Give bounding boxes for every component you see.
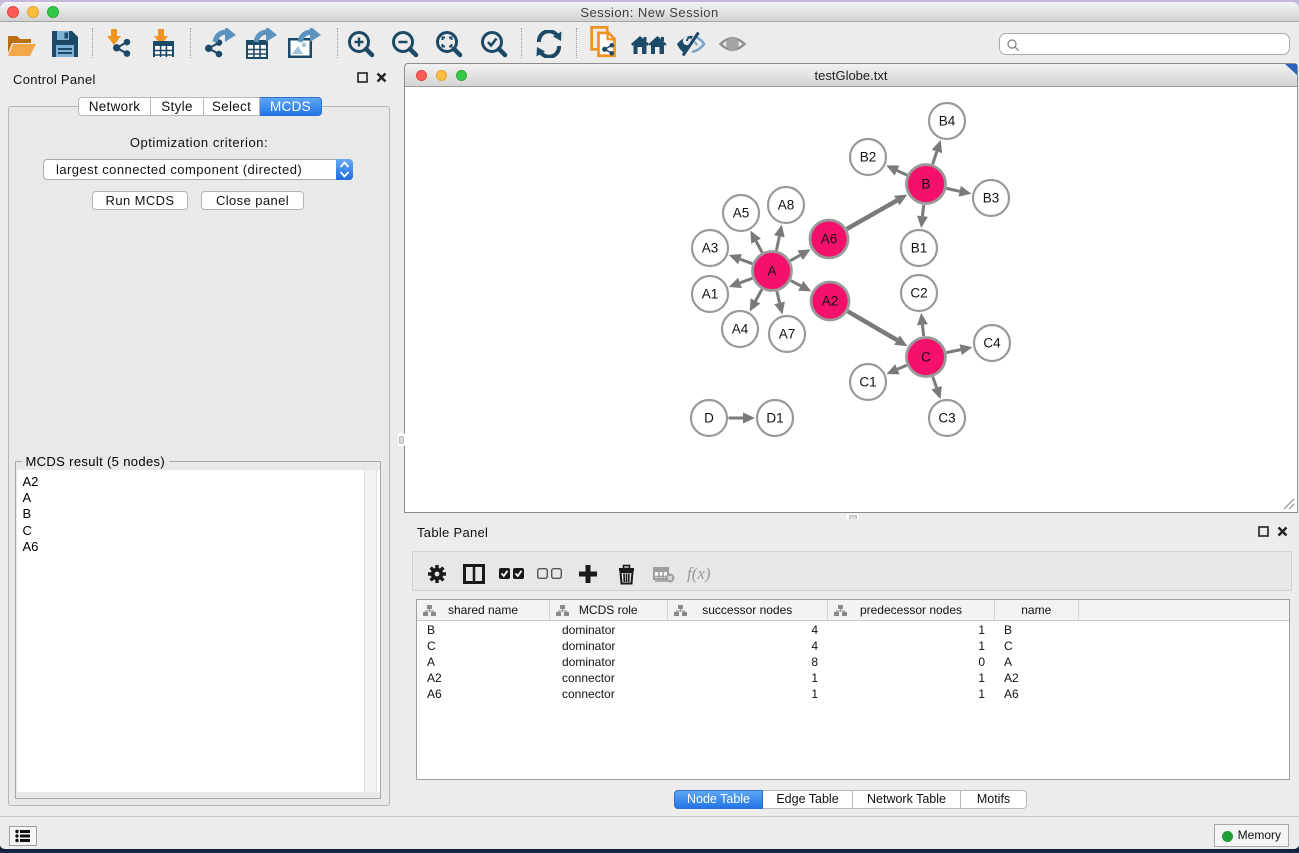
- svg-text:A7: A7: [779, 327, 796, 342]
- svg-text:B1: B1: [911, 241, 928, 256]
- svg-text:A3: A3: [702, 241, 719, 256]
- svg-text:f(x): f(x): [687, 564, 711, 583]
- svg-text:A8: A8: [778, 198, 795, 213]
- svg-text:A: A: [767, 264, 776, 279]
- svg-text:B4: B4: [939, 114, 956, 129]
- svg-text:A4: A4: [732, 322, 749, 337]
- svg-text:C4: C4: [983, 336, 1001, 351]
- svg-text:C3: C3: [938, 411, 955, 426]
- svg-text:A6: A6: [821, 232, 838, 247]
- svg-text:A1: A1: [702, 287, 719, 302]
- svg-text:D1: D1: [766, 411, 783, 426]
- svg-text:B3: B3: [983, 191, 1000, 206]
- svg-text:D: D: [704, 411, 714, 426]
- svg-text:C: C: [921, 350, 931, 365]
- svg-text:B2: B2: [860, 150, 877, 165]
- svg-text:A2: A2: [822, 294, 839, 309]
- svg-text:C1: C1: [859, 375, 876, 390]
- svg-text:A5: A5: [733, 206, 750, 221]
- svg-text:C2: C2: [910, 286, 927, 301]
- svg-text:B: B: [921, 177, 930, 192]
